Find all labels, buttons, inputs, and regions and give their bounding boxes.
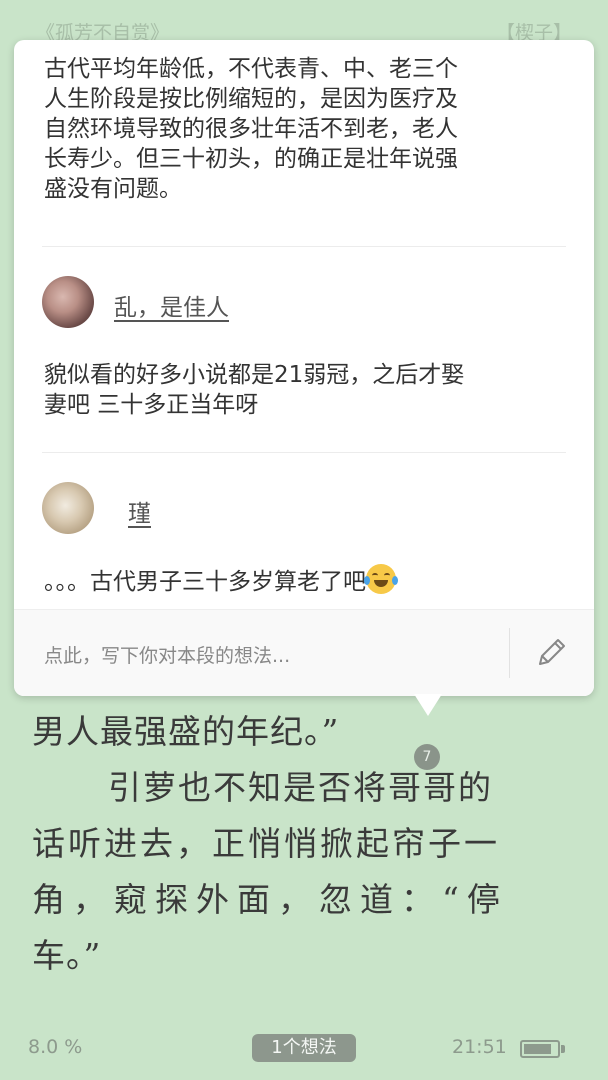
popup-pointer (414, 694, 442, 716)
face-with-tears-of-joy-icon (364, 564, 398, 594)
idea-count-badge[interactable]: 7 (414, 744, 440, 770)
reading-line[interactable]: 话听进去，正悄悄掀起帘子一 (32, 816, 580, 872)
battery-icon (520, 1040, 560, 1058)
comment-user[interactable]: 瑾 (42, 482, 242, 536)
reading-line[interactable]: 男人最强盛的年纪。” (32, 704, 580, 760)
divider (42, 246, 566, 247)
username[interactable]: 乱，是佳人 (114, 288, 229, 322)
avatar[interactable] (42, 482, 94, 534)
clock: 21:51 (452, 1036, 507, 1058)
reading-line[interactable]: 引萝也不知是否将哥哥的 (32, 760, 580, 816)
battery-tip (561, 1045, 565, 1053)
username[interactable]: 瑾 (128, 494, 151, 528)
idea-input-bar[interactable]: 点此，写下你对本段的想法... (14, 609, 594, 696)
ideas-count-button[interactable]: 1个想法 (252, 1034, 356, 1062)
reading-text: 男人最强盛的年纪。” 引萝也不知是否将哥哥的 话听进去，正悄悄掀起帘子一 角，窥… (32, 704, 580, 984)
comment-user[interactable]: 乱，是佳人 (42, 276, 342, 330)
battery-level (524, 1044, 551, 1054)
avatar[interactable] (42, 276, 94, 328)
idea-input[interactable]: 点此，写下你对本段的想法... (44, 641, 290, 668)
reading-line[interactable]: 车。” (32, 928, 580, 984)
divider (42, 452, 566, 453)
status-bar: 8.0 % 1个想法 21:51 (0, 1022, 608, 1080)
ideas-popup: 古代平均年龄低，不代表青、中、老三个 人生阶段是按比例缩短的，是因为医疗及 自然… (14, 40, 594, 696)
divider (509, 628, 510, 678)
reading-line[interactable]: 角，窥探外面，忽道：“停 (32, 872, 580, 928)
comment-text: 。。。古代男子三十多岁算老了吧 (44, 564, 568, 597)
pencil-icon[interactable] (532, 632, 572, 672)
comment-text: 古代平均年龄低，不代表青、中、老三个 人生阶段是按比例缩短的，是因为医疗及 自然… (44, 56, 458, 202)
comment-text: 貌似看的好多小说都是21弱冠，之后才娶 妻吧 三十多正当年呀 (44, 362, 465, 418)
reading-progress: 8.0 % (28, 1036, 83, 1058)
